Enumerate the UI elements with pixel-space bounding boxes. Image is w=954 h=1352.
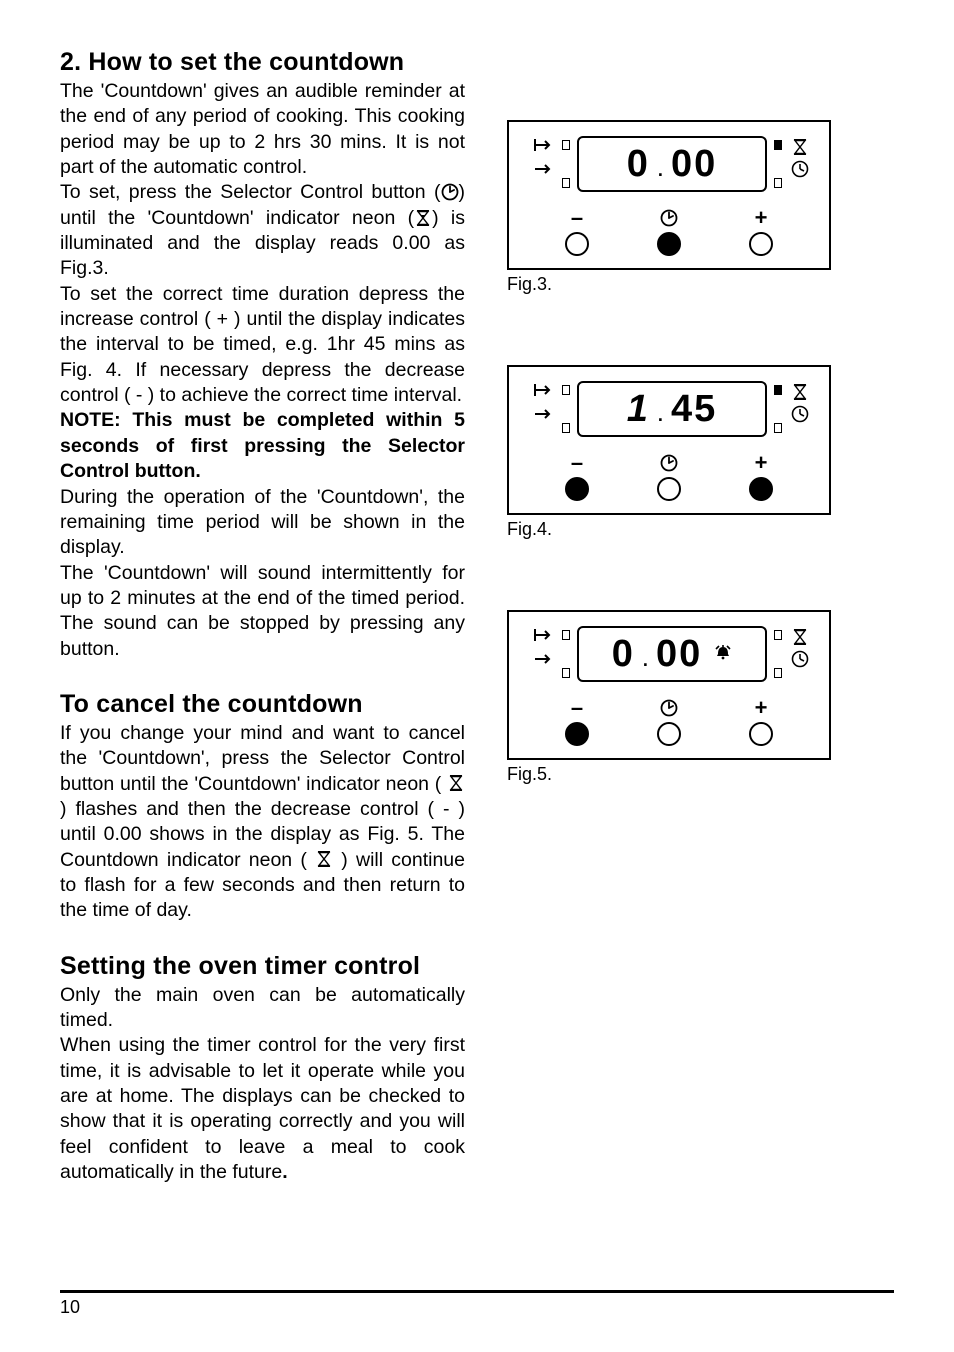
cook-end-icon — [533, 381, 555, 399]
figure-4: 1 . 45 — [507, 365, 831, 515]
figure-5-label: Fig.5. — [507, 764, 857, 785]
button-circle — [749, 477, 773, 501]
sec3-p1: Only the main oven can be automatically … — [60, 983, 465, 1034]
sec3-p2: When using the timer control for the ver… — [60, 1033, 465, 1185]
selector-button[interactable] — [649, 208, 689, 256]
lcd-display: 1 . 45 — [577, 381, 767, 437]
display-right: 45 — [671, 388, 717, 431]
button-circle — [749, 722, 773, 746]
heading-cancel-countdown: To cancel the countdown — [60, 690, 465, 719]
indicator-box — [774, 178, 782, 188]
figure-4-label: Fig.4. — [507, 519, 857, 540]
clock-icon — [791, 650, 809, 668]
indicator-box — [774, 668, 782, 678]
plus-label: + — [755, 698, 768, 718]
display-left: 0 — [627, 143, 650, 186]
lcd-display: 0 . 00 — [577, 626, 767, 682]
figure-3: 0 . 00 — [507, 120, 831, 270]
plus-button[interactable]: + — [741, 453, 781, 501]
indicator-box — [774, 140, 782, 150]
bell-icon — [714, 643, 732, 666]
indicator-box — [562, 140, 570, 150]
minus-button[interactable]: – — [557, 453, 597, 501]
display-dot: . — [658, 160, 663, 181]
cook-start-icon — [533, 160, 555, 178]
minus-label: – — [571, 453, 583, 473]
cook-start-icon — [533, 405, 555, 423]
indicator-box — [562, 423, 570, 433]
button-circle — [565, 722, 589, 746]
minus-button[interactable]: – — [557, 698, 597, 746]
display-dot: . — [658, 405, 663, 426]
hourglass-icon — [315, 850, 333, 868]
display-right: 00 — [671, 143, 717, 186]
display-left: 1 — [627, 388, 650, 431]
indicator-box — [774, 423, 782, 433]
clock-icon — [791, 160, 809, 178]
minus-label: – — [571, 698, 583, 718]
sec1-p5: The 'Countdown' will sound intermittentl… — [60, 561, 465, 662]
cook-end-icon — [533, 626, 555, 644]
sec1-p1: The 'Countdown' gives an audible reminde… — [60, 79, 465, 180]
figure-5: 0 . 00 — [507, 610, 831, 760]
indicator-box — [562, 178, 570, 188]
indicator-box — [562, 668, 570, 678]
lcd-display: 0 . 00 — [577, 136, 767, 192]
button-circle — [657, 232, 681, 256]
sec1-p2a: To set, press the Selector Control butto… — [60, 181, 441, 203]
heading-oven-timer: Setting the oven timer control — [60, 952, 465, 981]
page-number: 10 — [60, 1297, 80, 1318]
button-circle — [749, 232, 773, 256]
cook-start-icon — [533, 650, 555, 668]
sec1-p3: To set the correct time duration depress… — [60, 282, 465, 409]
hourglass-icon — [791, 138, 809, 156]
clock-icon — [791, 405, 809, 423]
sec1-p4: During the operation of the 'Countdown',… — [60, 485, 465, 561]
display-dot: . — [643, 650, 648, 671]
sec2-p1: If you change your mind and want to canc… — [60, 721, 465, 924]
minus-button[interactable]: – — [557, 208, 597, 256]
indicator-box — [774, 630, 782, 640]
plus-label: + — [755, 453, 768, 473]
selector-button[interactable] — [649, 453, 689, 501]
hourglass-icon — [791, 628, 809, 646]
indicator-box — [562, 630, 570, 640]
hourglass-icon — [414, 209, 432, 227]
display-right: 00 — [656, 633, 702, 676]
sec1-note: NOTE: This must be completed within 5 se… — [60, 408, 465, 484]
button-circle — [657, 477, 681, 501]
button-circle — [565, 477, 589, 501]
hourglass-icon — [447, 774, 465, 792]
selector-button[interactable] — [649, 698, 689, 746]
plus-button[interactable]: + — [741, 698, 781, 746]
cook-end-icon — [533, 136, 555, 154]
page-footer: 10 — [60, 1290, 894, 1318]
plus-label: + — [755, 208, 768, 228]
sec2-p1a: If you change your mind and want to canc… — [60, 722, 465, 795]
plus-button[interactable]: + — [741, 208, 781, 256]
minus-label: – — [571, 208, 583, 228]
button-circle — [565, 232, 589, 256]
display-left: 0 — [612, 633, 635, 676]
indicator-box — [562, 385, 570, 395]
button-circle — [657, 722, 681, 746]
sec3-p2a: When using the timer control for the ver… — [60, 1034, 465, 1183]
hourglass-icon — [791, 383, 809, 401]
sec3-p2b: . — [282, 1161, 287, 1183]
sec1-p2: To set, press the Selector Control butto… — [60, 180, 465, 281]
heading-set-countdown: 2. How to set the countdown — [60, 48, 465, 77]
figure-3-label: Fig.3. — [507, 274, 857, 295]
indicator-box — [774, 385, 782, 395]
selector-icon — [441, 183, 459, 201]
